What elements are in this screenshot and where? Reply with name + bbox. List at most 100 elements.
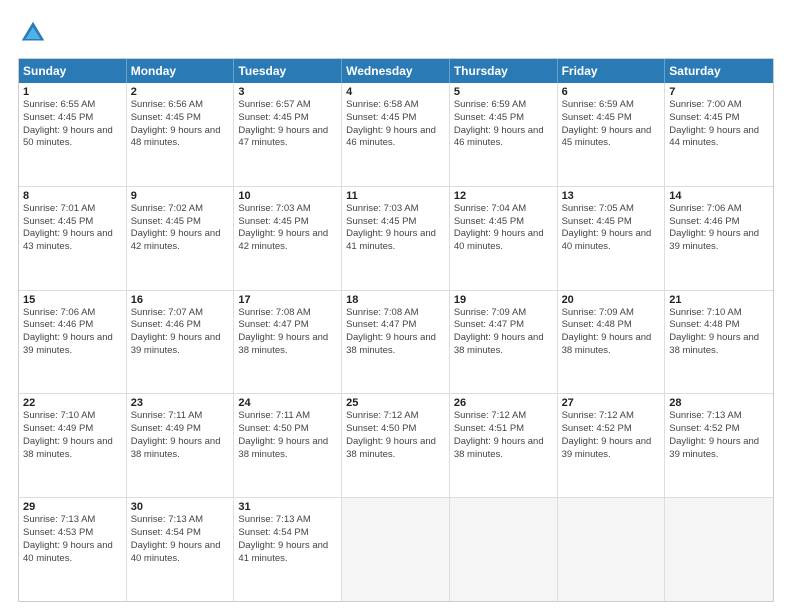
cal-cell: 22Sunrise: 7:10 AMSunset: 4:49 PMDayligh… bbox=[19, 394, 127, 497]
day-number: 16 bbox=[131, 294, 230, 306]
header-day-tuesday: Tuesday bbox=[234, 59, 342, 83]
cell-info: Sunrise: 7:07 AMSunset: 4:46 PMDaylight:… bbox=[131, 307, 230, 358]
day-number: 7 bbox=[669, 86, 769, 98]
cell-info: Sunrise: 7:09 AMSunset: 4:47 PMDaylight:… bbox=[454, 307, 553, 358]
cal-cell: 20Sunrise: 7:09 AMSunset: 4:48 PMDayligh… bbox=[558, 291, 666, 394]
day-number: 22 bbox=[23, 397, 122, 409]
cell-info: Sunrise: 6:57 AMSunset: 4:45 PMDaylight:… bbox=[238, 99, 337, 150]
cell-info: Sunrise: 7:13 AMSunset: 4:53 PMDaylight:… bbox=[23, 514, 122, 565]
cell-info: Sunrise: 7:02 AMSunset: 4:45 PMDaylight:… bbox=[131, 203, 230, 254]
day-number: 4 bbox=[346, 86, 445, 98]
cell-info: Sunrise: 7:04 AMSunset: 4:45 PMDaylight:… bbox=[454, 203, 553, 254]
cal-cell: 15Sunrise: 7:06 AMSunset: 4:46 PMDayligh… bbox=[19, 291, 127, 394]
day-number: 14 bbox=[669, 190, 769, 202]
cell-info: Sunrise: 7:06 AMSunset: 4:46 PMDaylight:… bbox=[669, 203, 769, 254]
day-number: 2 bbox=[131, 86, 230, 98]
cell-info: Sunrise: 7:08 AMSunset: 4:47 PMDaylight:… bbox=[238, 307, 337, 358]
cell-info: Sunrise: 7:03 AMSunset: 4:45 PMDaylight:… bbox=[346, 203, 445, 254]
cal-cell bbox=[558, 498, 666, 601]
day-number: 11 bbox=[346, 190, 445, 202]
cell-info: Sunrise: 6:55 AMSunset: 4:45 PMDaylight:… bbox=[23, 99, 122, 150]
day-number: 15 bbox=[23, 294, 122, 306]
cal-cell: 16Sunrise: 7:07 AMSunset: 4:46 PMDayligh… bbox=[127, 291, 235, 394]
day-number: 29 bbox=[23, 501, 122, 513]
day-number: 3 bbox=[238, 86, 337, 98]
day-number: 12 bbox=[454, 190, 553, 202]
cal-cell: 3Sunrise: 6:57 AMSunset: 4:45 PMDaylight… bbox=[234, 83, 342, 186]
day-number: 21 bbox=[669, 294, 769, 306]
cal-cell: 8Sunrise: 7:01 AMSunset: 4:45 PMDaylight… bbox=[19, 187, 127, 290]
day-number: 25 bbox=[346, 397, 445, 409]
day-number: 20 bbox=[562, 294, 661, 306]
cal-cell: 10Sunrise: 7:03 AMSunset: 4:45 PMDayligh… bbox=[234, 187, 342, 290]
cell-info: Sunrise: 7:00 AMSunset: 4:45 PMDaylight:… bbox=[669, 99, 769, 150]
cal-cell: 26Sunrise: 7:12 AMSunset: 4:51 PMDayligh… bbox=[450, 394, 558, 497]
week-row-5: 29Sunrise: 7:13 AMSunset: 4:53 PMDayligh… bbox=[19, 498, 773, 601]
cal-cell: 2Sunrise: 6:56 AMSunset: 4:45 PMDaylight… bbox=[127, 83, 235, 186]
cal-cell bbox=[450, 498, 558, 601]
cell-info: Sunrise: 7:13 AMSunset: 4:52 PMDaylight:… bbox=[669, 410, 769, 461]
cal-cell bbox=[342, 498, 450, 601]
cal-cell: 28Sunrise: 7:13 AMSunset: 4:52 PMDayligh… bbox=[665, 394, 773, 497]
cell-info: Sunrise: 7:12 AMSunset: 4:52 PMDaylight:… bbox=[562, 410, 661, 461]
cal-cell: 6Sunrise: 6:59 AMSunset: 4:45 PMDaylight… bbox=[558, 83, 666, 186]
cell-info: Sunrise: 7:06 AMSunset: 4:46 PMDaylight:… bbox=[23, 307, 122, 358]
week-row-2: 8Sunrise: 7:01 AMSunset: 4:45 PMDaylight… bbox=[19, 187, 773, 291]
cal-cell: 24Sunrise: 7:11 AMSunset: 4:50 PMDayligh… bbox=[234, 394, 342, 497]
cal-cell: 4Sunrise: 6:58 AMSunset: 4:45 PMDaylight… bbox=[342, 83, 450, 186]
cal-cell: 11Sunrise: 7:03 AMSunset: 4:45 PMDayligh… bbox=[342, 187, 450, 290]
cell-info: Sunrise: 7:10 AMSunset: 4:48 PMDaylight:… bbox=[669, 307, 769, 358]
day-number: 19 bbox=[454, 294, 553, 306]
cal-cell: 9Sunrise: 7:02 AMSunset: 4:45 PMDaylight… bbox=[127, 187, 235, 290]
day-number: 30 bbox=[131, 501, 230, 513]
cal-cell: 13Sunrise: 7:05 AMSunset: 4:45 PMDayligh… bbox=[558, 187, 666, 290]
cell-info: Sunrise: 6:59 AMSunset: 4:45 PMDaylight:… bbox=[562, 99, 661, 150]
calendar-body: 1Sunrise: 6:55 AMSunset: 4:45 PMDaylight… bbox=[19, 83, 773, 601]
day-number: 18 bbox=[346, 294, 445, 306]
calendar-header: SundayMondayTuesdayWednesdayThursdayFrid… bbox=[19, 59, 773, 83]
cell-info: Sunrise: 7:01 AMSunset: 4:45 PMDaylight:… bbox=[23, 203, 122, 254]
day-number: 31 bbox=[238, 501, 337, 513]
day-number: 17 bbox=[238, 294, 337, 306]
cell-info: Sunrise: 7:11 AMSunset: 4:50 PMDaylight:… bbox=[238, 410, 337, 461]
cal-cell: 18Sunrise: 7:08 AMSunset: 4:47 PMDayligh… bbox=[342, 291, 450, 394]
cell-info: Sunrise: 6:59 AMSunset: 4:45 PMDaylight:… bbox=[454, 99, 553, 150]
cell-info: Sunrise: 7:09 AMSunset: 4:48 PMDaylight:… bbox=[562, 307, 661, 358]
day-number: 1 bbox=[23, 86, 122, 98]
page: SundayMondayTuesdayWednesdayThursdayFrid… bbox=[0, 0, 792, 612]
day-number: 24 bbox=[238, 397, 337, 409]
cal-cell: 19Sunrise: 7:09 AMSunset: 4:47 PMDayligh… bbox=[450, 291, 558, 394]
cal-cell: 5Sunrise: 6:59 AMSunset: 4:45 PMDaylight… bbox=[450, 83, 558, 186]
header-day-wednesday: Wednesday bbox=[342, 59, 450, 83]
day-number: 10 bbox=[238, 190, 337, 202]
cell-info: Sunrise: 7:13 AMSunset: 4:54 PMDaylight:… bbox=[131, 514, 230, 565]
cal-cell: 12Sunrise: 7:04 AMSunset: 4:45 PMDayligh… bbox=[450, 187, 558, 290]
header bbox=[18, 18, 774, 48]
day-number: 23 bbox=[131, 397, 230, 409]
cal-cell: 25Sunrise: 7:12 AMSunset: 4:50 PMDayligh… bbox=[342, 394, 450, 497]
cal-cell: 23Sunrise: 7:11 AMSunset: 4:49 PMDayligh… bbox=[127, 394, 235, 497]
day-number: 28 bbox=[669, 397, 769, 409]
header-day-monday: Monday bbox=[127, 59, 235, 83]
logo-icon bbox=[18, 18, 48, 48]
cal-cell: 21Sunrise: 7:10 AMSunset: 4:48 PMDayligh… bbox=[665, 291, 773, 394]
calendar: SundayMondayTuesdayWednesdayThursdayFrid… bbox=[18, 58, 774, 602]
cell-info: Sunrise: 6:58 AMSunset: 4:45 PMDaylight:… bbox=[346, 99, 445, 150]
cell-info: Sunrise: 7:13 AMSunset: 4:54 PMDaylight:… bbox=[238, 514, 337, 565]
day-number: 8 bbox=[23, 190, 122, 202]
cal-cell: 1Sunrise: 6:55 AMSunset: 4:45 PMDaylight… bbox=[19, 83, 127, 186]
cell-info: Sunrise: 7:08 AMSunset: 4:47 PMDaylight:… bbox=[346, 307, 445, 358]
cal-cell: 14Sunrise: 7:06 AMSunset: 4:46 PMDayligh… bbox=[665, 187, 773, 290]
day-number: 26 bbox=[454, 397, 553, 409]
day-number: 9 bbox=[131, 190, 230, 202]
cell-info: Sunrise: 7:12 AMSunset: 4:51 PMDaylight:… bbox=[454, 410, 553, 461]
cal-cell: 27Sunrise: 7:12 AMSunset: 4:52 PMDayligh… bbox=[558, 394, 666, 497]
cell-info: Sunrise: 7:10 AMSunset: 4:49 PMDaylight:… bbox=[23, 410, 122, 461]
cal-cell: 30Sunrise: 7:13 AMSunset: 4:54 PMDayligh… bbox=[127, 498, 235, 601]
day-number: 27 bbox=[562, 397, 661, 409]
header-day-friday: Friday bbox=[558, 59, 666, 83]
logo bbox=[18, 18, 52, 48]
day-number: 5 bbox=[454, 86, 553, 98]
day-number: 13 bbox=[562, 190, 661, 202]
day-number: 6 bbox=[562, 86, 661, 98]
